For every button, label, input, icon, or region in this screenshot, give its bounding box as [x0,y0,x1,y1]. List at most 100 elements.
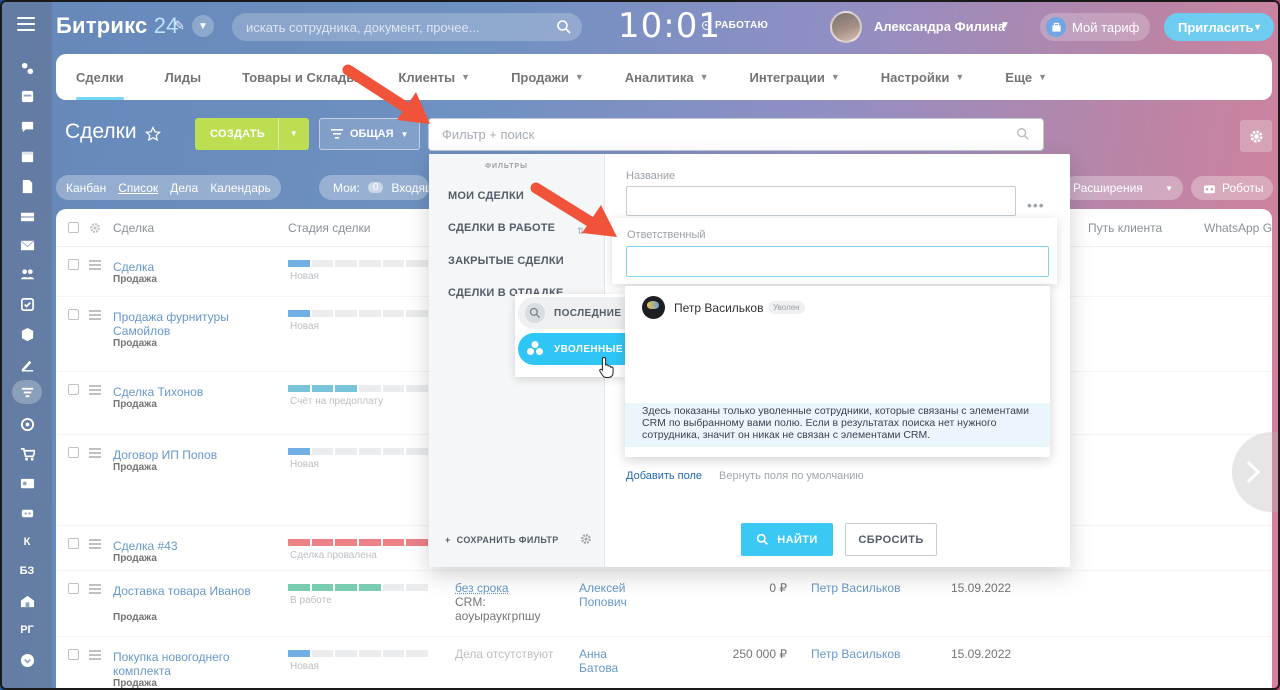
stage-progress[interactable] [288,650,429,657]
column-deal[interactable]: Сделка [113,221,154,235]
row-checkbox[interactable] [68,384,79,395]
row-menu-icon[interactable] [89,539,101,551]
menu-item-1[interactable]: Лиды [165,54,201,100]
deal-title[interactable]: Сделка [113,260,253,274]
stage-progress[interactable] [288,584,429,591]
sidebar-checklist-icon[interactable] [12,292,42,316]
row-menu-icon[interactable] [89,650,101,662]
search-icon[interactable] [1016,127,1030,141]
stage-progress[interactable] [288,385,429,392]
employee-avatar[interactable] [642,296,665,319]
select-all-checkbox[interactable] [68,222,79,233]
sidebar-tasks-icon[interactable] [12,84,42,108]
table-row[interactable]: Покупка новогоднего комплекта Продажа Нова… [56,637,1272,688]
employee-name[interactable]: Петр Васильков [674,301,763,315]
work-status[interactable]: РАБОТАЮ [702,20,768,31]
view-tab-0[interactable]: Канбан [66,181,106,195]
gear-icon[interactable] [89,222,101,234]
sidebar-feed-icon[interactable] [12,56,42,80]
sidebar-drive-icon[interactable] [12,204,42,228]
row-checkbox[interactable] [68,259,79,270]
row-checkbox[interactable] [68,649,79,660]
my-tariff-button[interactable]: Мой тариф [1040,13,1150,41]
sidebar-home-icon[interactable] [12,589,42,613]
add-field-link[interactable]: Добавить поле [626,470,702,482]
menu-item-5[interactable]: Аналитика ▼ [625,54,709,100]
deal-title[interactable]: Покупка новогоднего комплекта [113,650,253,678]
responsible-person[interactable]: Анна Батова [579,647,639,675]
brand-logo[interactable]: Битрикс 24 [56,13,179,39]
sidebar-cart-icon[interactable] [12,442,42,466]
row-menu-icon[interactable] [89,310,101,322]
favorite-star-icon[interactable] [145,126,161,142]
row-menu-icon[interactable] [89,385,101,397]
stage-progress[interactable] [288,448,429,455]
field-name-input[interactable] [626,186,1016,216]
row-checkbox[interactable] [68,447,79,458]
sidebar-sign-icon[interactable] [12,352,42,376]
client-name[interactable]: Петр Васильков [811,647,900,661]
view-tab-3[interactable]: Календарь [210,181,271,195]
global-search-input[interactable] [232,13,582,41]
stage-progress[interactable] [288,539,429,546]
stage-progress[interactable] [288,310,429,317]
gear-icon[interactable] [580,533,592,545]
sidebar-docs-icon[interactable] [12,174,42,198]
sidebar-more-icon[interactable] [12,648,42,672]
sidebar-letter-rg[interactable]: РГ [12,618,42,642]
menu-item-6[interactable]: Интеграции ▼ [749,54,839,100]
row-menu-icon[interactable] [89,448,101,460]
settings-gear-button[interactable] [1240,120,1272,152]
responsible-person[interactable]: Алексей Попович [579,581,639,609]
sidebar-employees-icon[interactable] [12,262,42,286]
tab-recent[interactable]: ПОСЛЕДНИЕ [518,297,626,329]
sidebar-calendar-icon[interactable] [12,144,42,168]
chevron-down-icon[interactable]: ▼ [192,15,214,37]
invite-button[interactable]: Пригласить ▼ [1164,13,1274,41]
filter-search-input[interactable] [429,119,1043,150]
menu-item-2[interactable]: Товары и Склады [242,54,357,100]
responsible-input[interactable] [626,246,1049,277]
my-counters[interactable]: Мои: 0 Входящ [319,175,429,200]
deal-title[interactable]: Договор ИП Попов [113,448,253,462]
row-checkbox[interactable] [68,538,79,549]
row-checkbox[interactable] [68,309,79,320]
preset-closed-deals[interactable]: ЗАКРЫТЫЕ СДЕЛКИ [448,255,564,267]
extensions-button[interactable]: Расширения ▼ [1063,176,1183,200]
sidebar-box-icon[interactable] [12,322,42,346]
sidebar-contact-card-icon[interactable] [12,471,42,495]
deal-title[interactable]: Сделка #43 [113,539,253,553]
user-name[interactable]: Александра Филина [874,19,1005,34]
menu-item-4[interactable]: Продажи ▼ [511,54,584,100]
preset-deals-in-work[interactable]: СДЕЛКИ В РАБОТЕ [448,222,555,234]
client-name[interactable]: Петр Васильков [811,581,900,595]
reset-fields-link[interactable]: Вернуть поля по умолчанию [719,470,864,482]
sidebar-letter-k[interactable]: К [12,530,42,554]
sidebar-robot-icon[interactable] [12,500,42,524]
menu-item-0[interactable]: Сделки [76,54,124,100]
menu-item-7[interactable]: Настройки ▼ [881,54,965,100]
preset-my-deals[interactable]: МОИ СДЕЛКИ [448,190,524,202]
robots-button[interactable]: Роботы [1191,176,1273,200]
reset-button[interactable]: СБРОСИТЬ [845,523,937,556]
category-preset-button[interactable]: ОБЩАЯ ▼ [319,118,420,150]
table-row[interactable]: Доставка товара Иванов Продажа В работе без… [56,571,1272,637]
menu-burger-icon[interactable] [17,17,35,31]
sidebar-chat-icon[interactable] [12,114,42,138]
menu-item-3[interactable]: Клиенты ▼ [398,54,470,100]
column-whatsapp[interactable]: WhatsApp G [1204,221,1272,235]
row-checkbox[interactable] [68,583,79,594]
view-tab-2[interactable]: Дела [170,181,198,195]
sidebar-letter-bz[interactable]: БЗ [12,559,42,583]
search-icon[interactable] [556,19,572,35]
stage-progress[interactable] [288,260,429,267]
activity-deadline[interactable]: без срока [455,581,509,595]
sidebar-crm-filter-icon[interactable] [12,380,42,404]
row-menu-icon[interactable] [89,260,101,272]
sidebar-target-icon[interactable] [12,412,42,436]
deal-title[interactable]: Сделка Тихонов [113,385,253,399]
row-menu-icon[interactable] [89,584,101,596]
deal-title[interactable]: Доставка товара Иванов [113,584,253,598]
menu-item-8[interactable]: Еще ▼ [1005,54,1047,100]
create-button[interactable]: СОЗДАТЬ ▼ [195,118,309,150]
